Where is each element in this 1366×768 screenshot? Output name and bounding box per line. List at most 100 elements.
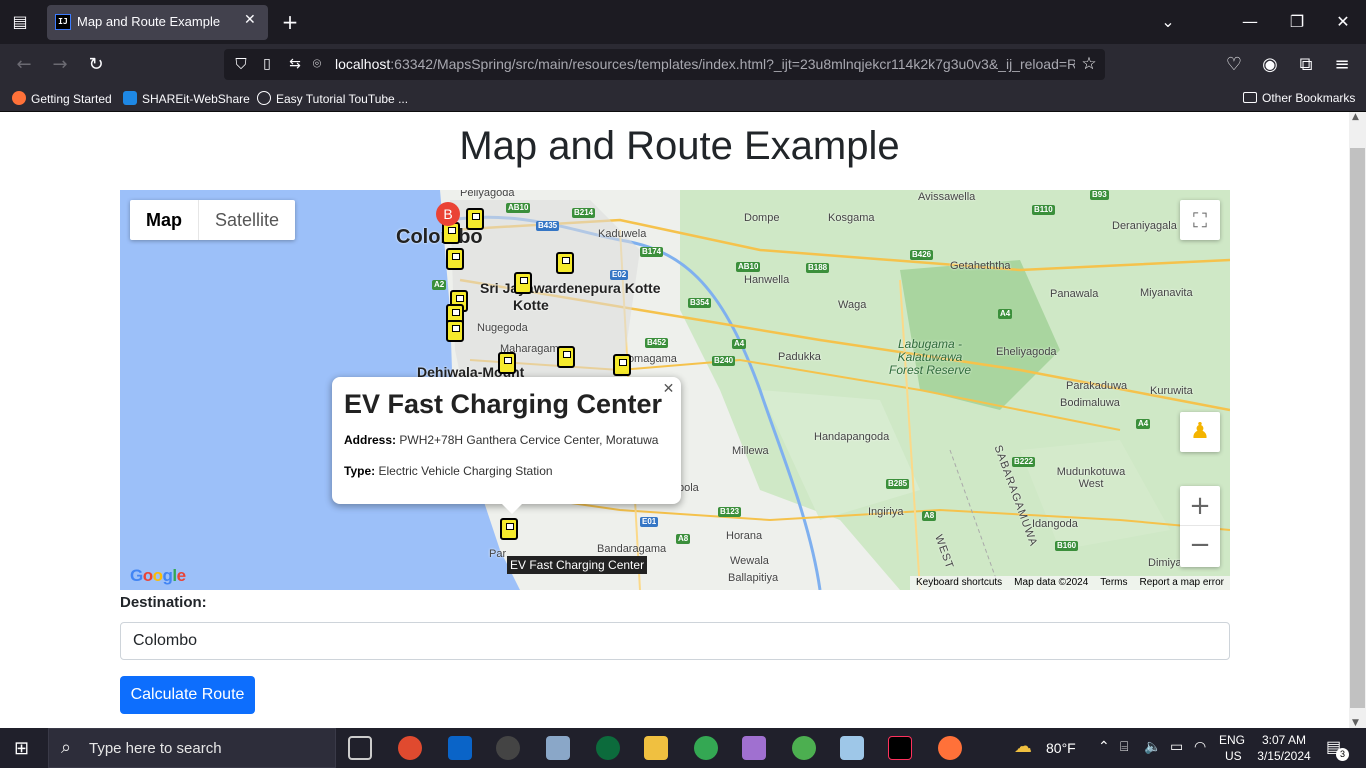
scroll-up-icon[interactable]: ▲	[1352, 112, 1359, 122]
reload-icon[interactable]: ↻	[86, 55, 106, 75]
app-icon-red[interactable]	[398, 736, 422, 760]
shield-icon[interactable]: ⛉	[232, 54, 250, 74]
app-icon-monitor[interactable]	[546, 736, 570, 760]
close-tab-icon[interactable]: ✕	[244, 12, 256, 28]
map-label-kuruwita: Kuruwita	[1150, 385, 1193, 397]
dell-icon[interactable]	[496, 736, 520, 760]
close-window-icon[interactable]: ✕	[1333, 12, 1353, 32]
mongodb-icon[interactable]	[596, 736, 620, 760]
road-shield: B452	[645, 338, 669, 348]
ev-marker[interactable]	[557, 346, 575, 370]
calculate-route-button[interactable]: Calculate Route	[120, 676, 255, 714]
keyboard-shortcuts-link[interactable]: Keyboard shortcuts	[916, 576, 1002, 590]
extensions-icon[interactable]: ⧉	[1296, 55, 1316, 75]
clock-date[interactable]: 3/15/2024	[1254, 749, 1314, 763]
page-icon[interactable]: ▯	[258, 54, 276, 74]
chrome-profile-icon[interactable]	[792, 736, 816, 760]
ev-marker[interactable]	[446, 320, 464, 344]
network-icon[interactable]: ⌸	[1120, 738, 1128, 755]
pegman-icon[interactable]: ♟	[1180, 412, 1220, 452]
windows-start-icon[interactable]: ⊞	[14, 738, 29, 759]
pocket-icon[interactable]: ♡	[1224, 55, 1244, 75]
tab-title: Map and Route Example	[77, 14, 221, 29]
google-map[interactable]: Colombo Sri Jayawardenepura Kotte Kotte …	[120, 190, 1230, 590]
permissions-icon[interactable]: ⇆	[286, 54, 304, 74]
ev-marker[interactable]	[514, 272, 532, 296]
volume-icon[interactable]: 🔈	[1144, 738, 1161, 755]
bookmark-shareit[interactable]: SHAREit-WebShare	[123, 91, 250, 106]
chevron-up-icon[interactable]: ⌃	[1098, 738, 1110, 755]
location-icon[interactable]: ⌾	[308, 54, 326, 74]
map-type-satellite-button[interactable]: Satellite	[199, 200, 295, 240]
weather-temp[interactable]: 80°F	[1046, 740, 1076, 756]
windows-taskbar: ⊞ ⌕ Type here to search ☁ 80°F ⌃ ⌸ 🔈 ▭ ◠…	[0, 728, 1366, 768]
region-code[interactable]: US	[1225, 749, 1242, 763]
url-bar[interactable]: ⛉ ▯ ⇆ ⌾ localhost:63342/MapsSpring/src/m…	[224, 49, 1105, 80]
app-icon-glass[interactable]	[840, 736, 864, 760]
minimize-icon[interactable]: —	[1240, 12, 1260, 32]
taskbar-search[interactable]: ⌕ Type here to search	[48, 728, 336, 768]
report-error-link[interactable]: Report a map error	[1140, 576, 1224, 590]
road-shield: A4	[732, 339, 747, 349]
chrome-icon[interactable]	[694, 736, 718, 760]
ev-marker[interactable]	[446, 248, 464, 272]
app-icon-diamond[interactable]	[742, 736, 766, 760]
restore-icon[interactable]: ❐	[1287, 12, 1307, 32]
intellij-taskbar-icon[interactable]	[888, 736, 912, 760]
destination-marker-b[interactable]: B	[436, 202, 460, 226]
clock-time[interactable]: 3:07 AM	[1258, 733, 1310, 747]
bookmark-getting-started[interactable]: Getting Started	[12, 91, 112, 106]
bookmark-easy-tutorial[interactable]: Easy Tutorial TouTube ...	[257, 91, 408, 106]
chevron-down-icon[interactable]: ⌄	[1158, 12, 1178, 32]
firefox-taskbar-icon[interactable]	[938, 736, 962, 760]
account-icon[interactable]: ◉	[1260, 55, 1280, 75]
page-scrollbar[interactable]: ▲ ▼	[1349, 112, 1366, 728]
url-text[interactable]: localhost:63342/MapsSpring/src/main/reso…	[335, 56, 1075, 72]
destination-input[interactable]	[120, 622, 1230, 660]
task-view-icon[interactable]	[348, 736, 372, 760]
menu-icon[interactable]: ≡	[1332, 55, 1352, 75]
road-shield: B426	[910, 250, 934, 260]
ev-marker[interactable]	[498, 352, 516, 376]
map-label-labugama: Labugama - Kalatuwawa Forest Reserve	[888, 337, 972, 377]
map-type-control: Map Satellite	[130, 200, 296, 240]
road-shield: B188	[806, 263, 830, 273]
map-label-par: Par	[489, 548, 507, 560]
map-label-mudunkotuwa: Mudunkotuwa West	[1056, 466, 1126, 490]
map-type-map-button[interactable]: Map	[130, 200, 199, 240]
shareit-icon	[123, 91, 137, 105]
ev-marker-selected[interactable]	[500, 518, 518, 542]
map-label-millewa: Millewa	[732, 445, 769, 457]
language-code[interactable]: ENG	[1219, 733, 1245, 747]
notification-count: 3	[1336, 748, 1349, 761]
file-explorer-icon[interactable]	[644, 736, 668, 760]
page-content: Map and Route Example Colombo Sri Jayawa…	[0, 112, 1349, 728]
road-shield: E01	[640, 517, 659, 527]
tab-active[interactable]: IJ Map and Route Example ✕	[47, 5, 268, 40]
weather-icon[interactable]: ☁	[1014, 736, 1032, 757]
terms-link[interactable]: Terms	[1100, 576, 1127, 590]
folder-icon	[1243, 92, 1257, 103]
zoom-in-icon[interactable]: +	[1180, 486, 1220, 526]
wifi-icon[interactable]: ◠	[1194, 738, 1206, 755]
other-bookmarks[interactable]: Other Bookmarks	[1243, 91, 1355, 105]
ev-marker[interactable]	[613, 354, 631, 378]
fullscreen-icon[interactable]: ⛶	[1180, 200, 1220, 240]
mail-icon[interactable]	[448, 736, 472, 760]
info-window: ✕ EV Fast Charging Center Address: PWH2+…	[332, 377, 681, 514]
list-all-tabs-icon[interactable]: ▤	[10, 12, 30, 32]
back-icon[interactable]: ←	[14, 55, 34, 75]
google-logo[interactable]: Google	[130, 566, 186, 586]
star-icon[interactable]: ☆	[1079, 54, 1099, 74]
new-tab-icon[interactable]: +	[280, 12, 300, 32]
road-shield: A4	[998, 309, 1013, 319]
battery-icon[interactable]: ▭	[1170, 738, 1183, 755]
ev-marker[interactable]	[556, 252, 574, 276]
ev-marker[interactable]	[466, 208, 484, 232]
road-shield: AB10	[506, 203, 531, 213]
type-value: Electric Vehicle Charging Station	[378, 464, 553, 478]
zoom-out-icon[interactable]: −	[1180, 526, 1220, 566]
scrollbar-thumb[interactable]	[1350, 148, 1365, 708]
scroll-down-icon[interactable]: ▼	[1352, 718, 1359, 728]
forward-icon[interactable]: →	[50, 55, 70, 75]
